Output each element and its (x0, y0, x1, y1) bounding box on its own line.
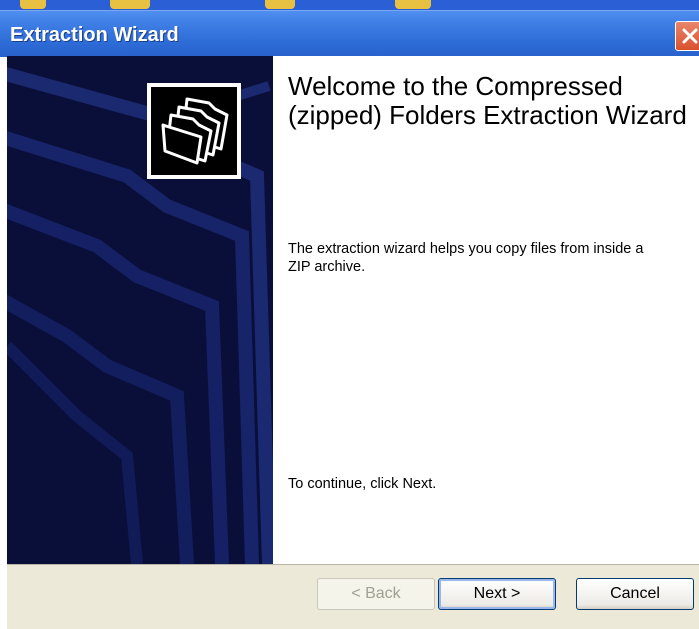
desktop-icon-fragment (20, 0, 46, 9)
cancel-button[interactable]: Cancel (576, 578, 694, 610)
desktop-icon-fragment (265, 0, 295, 9)
title-bar[interactable]: Extraction Wizard (0, 10, 699, 57)
zip-folder-icon (161, 97, 229, 165)
page-title: Welcome to the Compressed (zipped) Folde… (288, 71, 687, 130)
extraction-wizard-window: Extraction Wizard Welcome to the Compres… (0, 10, 699, 629)
desktop-icon-fragment (395, 0, 431, 9)
next-button[interactable]: Next > (438, 578, 556, 610)
continue-instruction: To continue, click Next. (288, 476, 437, 492)
window-title: Extraction Wizard (10, 24, 179, 46)
wizard-content: Welcome to the Compressed (zipped) Folde… (273, 56, 699, 564)
wizard-image-frame (147, 83, 241, 179)
button-bar: < Back Next > Cancel (7, 564, 699, 629)
close-button[interactable] (675, 21, 699, 51)
wizard-sidebar (7, 56, 273, 564)
wizard-description: The extraction wizard helps you copy fil… (288, 241, 644, 275)
back-button[interactable]: < Back (317, 578, 435, 610)
close-icon (682, 28, 698, 44)
desktop-icon-fragment (110, 0, 150, 9)
